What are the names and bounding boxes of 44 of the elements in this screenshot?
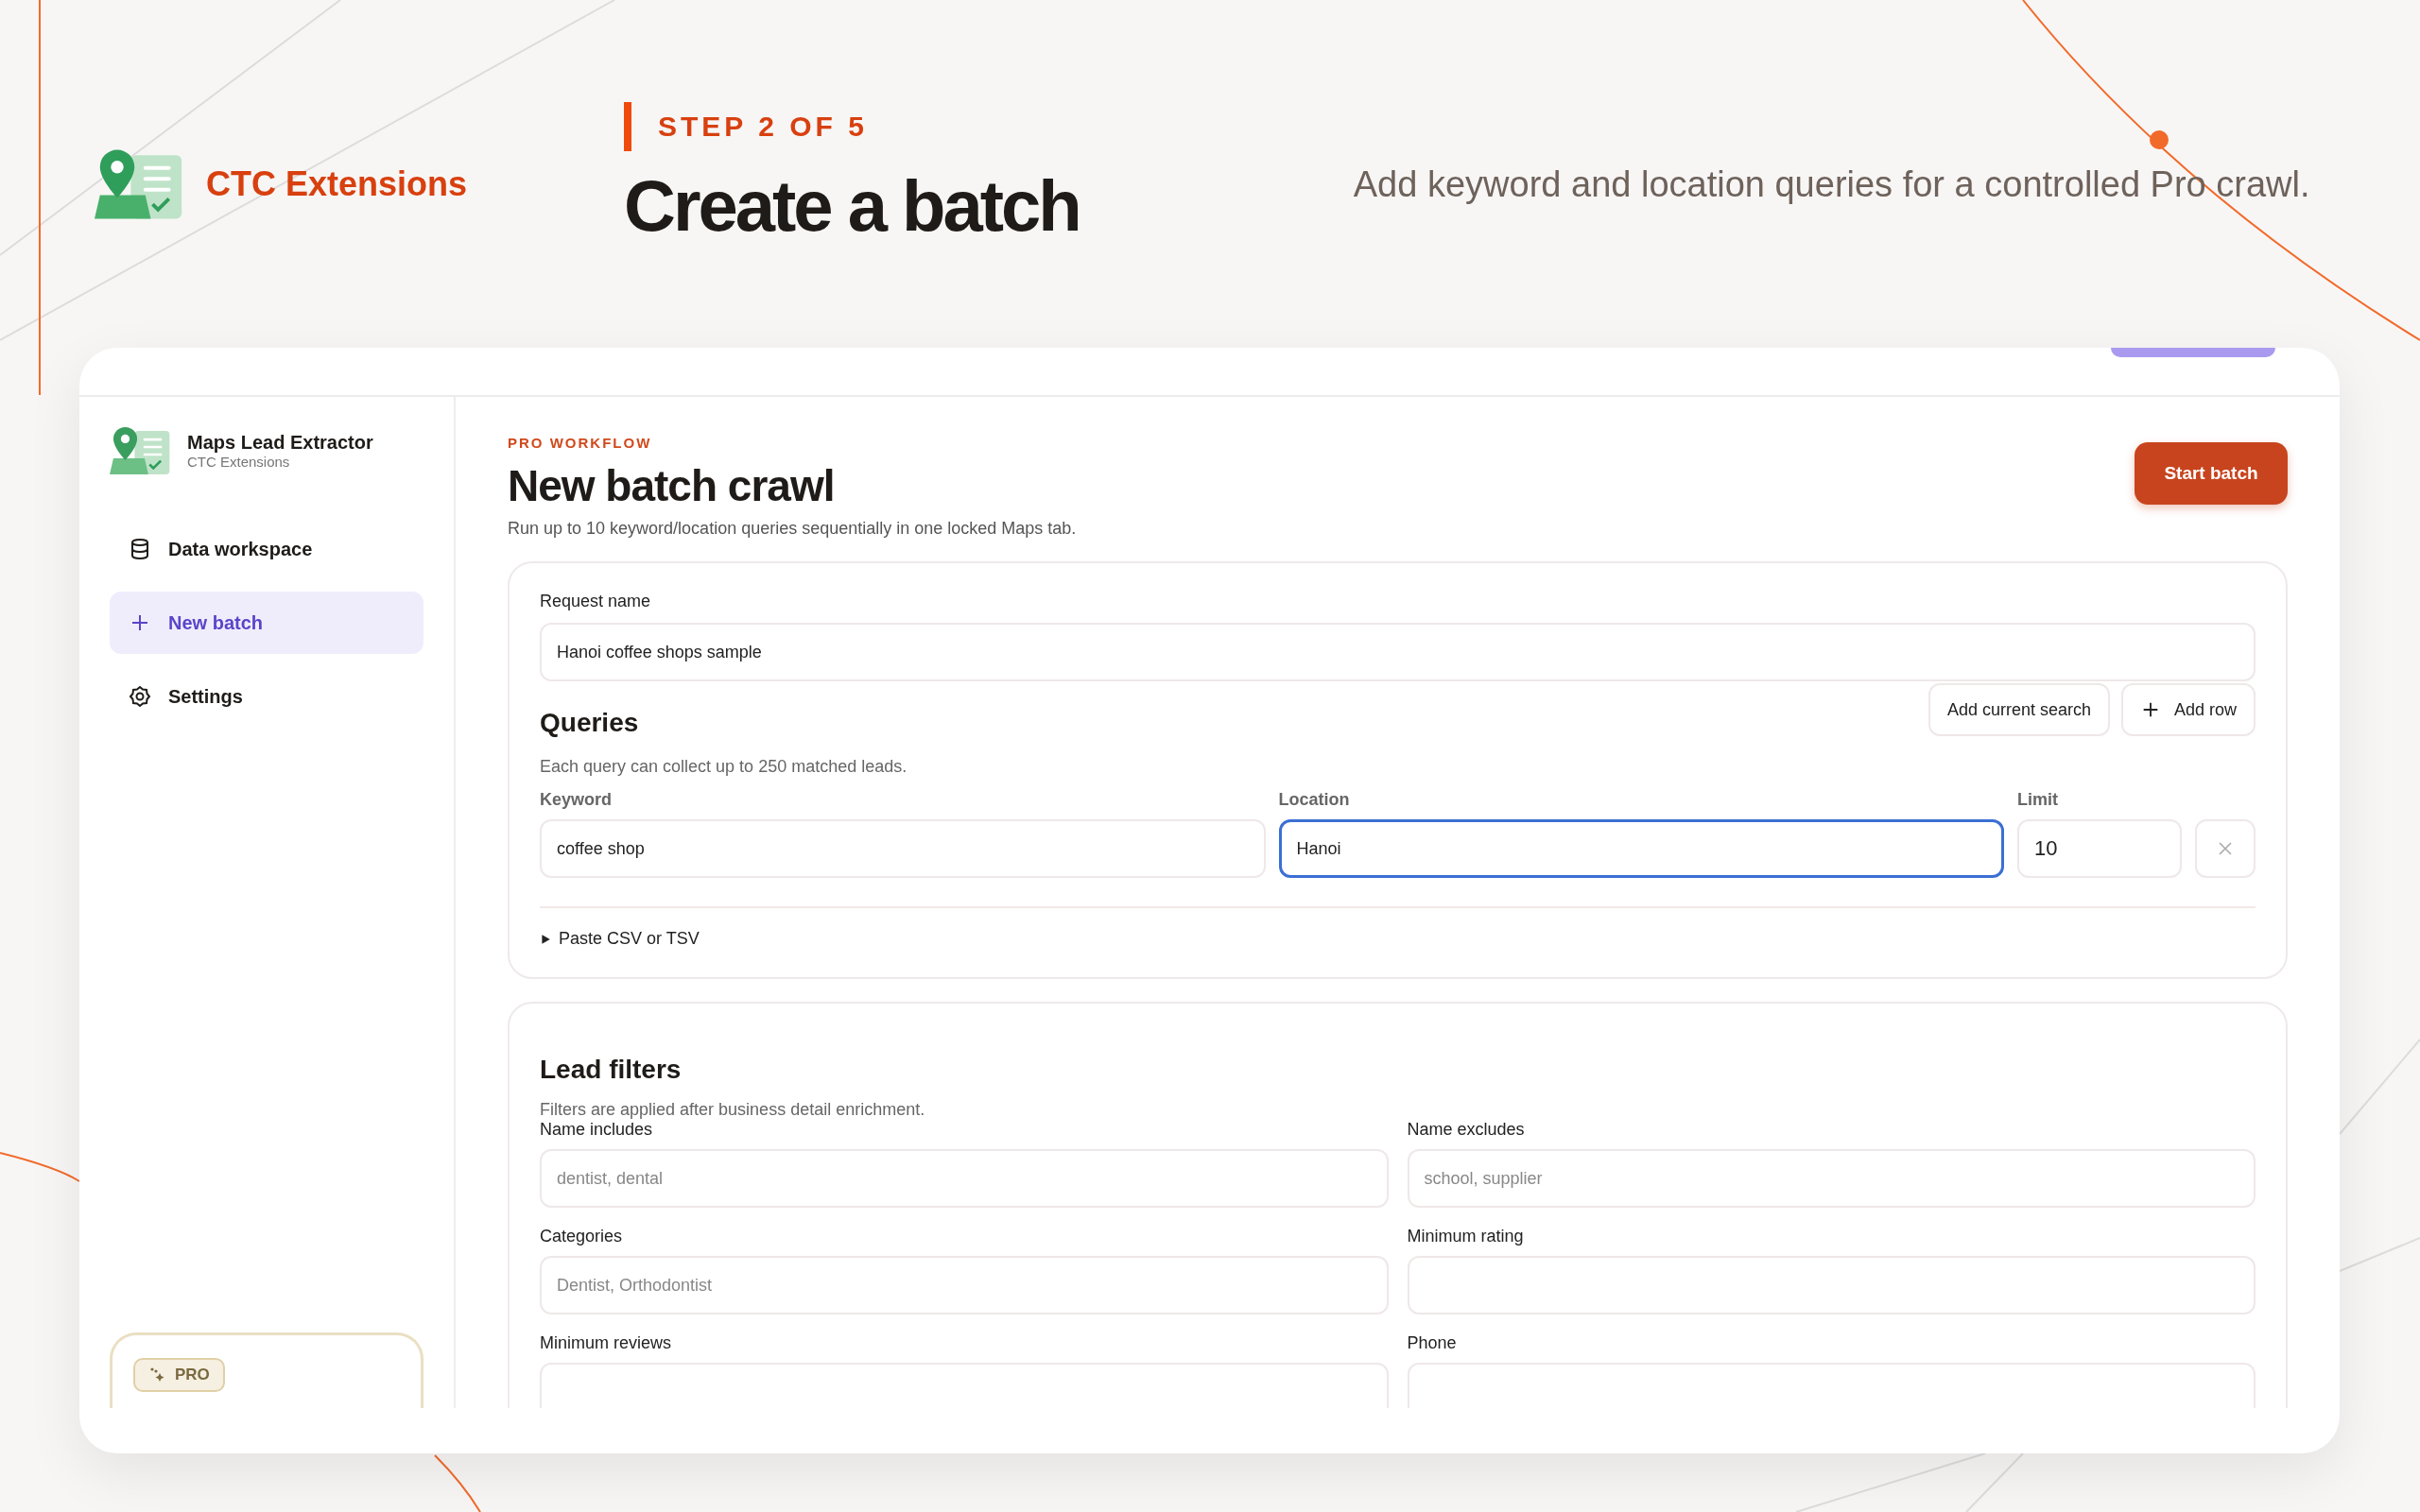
field-label: Categories	[540, 1227, 624, 1246]
filter-field[interactable]: school, supplier	[1407, 1149, 2256, 1208]
map-pin-checklist-icon	[110, 425, 172, 476]
brand-name: CTC Extensions	[206, 164, 468, 204]
pro-badge: PRO	[133, 1358, 225, 1392]
keyword-field[interactable]: coffee shop	[540, 819, 1266, 878]
app-title: Maps Lead Extractor	[187, 432, 373, 454]
request-name-field[interactable]: Hanoi coffee shops sample	[540, 623, 2256, 681]
section-title: New batch crawl	[508, 460, 836, 511]
nav-item[interactable]: Settings	[110, 665, 424, 728]
step-label: STEP 2 OF 5	[658, 111, 868, 143]
field-label: Minimum reviews	[540, 1333, 673, 1353]
limit-field[interactable]: 10	[2017, 819, 2182, 878]
toolbar-button[interactable]: Add current search	[1927, 683, 2110, 736]
disclosure-triangle-icon	[540, 933, 551, 945]
nav-item[interactable]: Data workspace	[110, 518, 424, 580]
start-batch-button[interactable]: Start batch	[2135, 442, 2288, 505]
accent-bar	[624, 102, 631, 151]
field-label: Minimum rating	[1407, 1227, 1525, 1246]
nav-item[interactable]: New batch	[110, 592, 424, 654]
settings-icon	[129, 685, 151, 708]
database-icon	[129, 538, 151, 560]
column-label: Keyword	[540, 790, 614, 810]
field-label: Name excludes	[1407, 1120, 1526, 1140]
tagline: Add keyword and location queries for a controlled Pro crawl.	[1353, 164, 2310, 205]
field-label: Name includes	[540, 1120, 654, 1140]
toolbar-button[interactable]: Add row	[2120, 683, 2256, 736]
queries-heading: Queries	[540, 708, 639, 738]
section-subtitle: Run up to 10 keyword/location queries sequentially in one locked Maps tab.	[508, 519, 1077, 539]
help-text: Each query can collect up to 250 matched leads.	[540, 757, 908, 777]
filter-field[interactable]: dentist, dental	[540, 1149, 1389, 1208]
location-field[interactable]: Hanoi	[1278, 819, 2004, 878]
app-subtitle: CTC Extensions	[187, 454, 291, 470]
filters-heading: Lead filters	[540, 1055, 683, 1085]
column-label: Location	[1278, 790, 1351, 810]
paste-toggle[interactable]: Paste CSV or TSV	[540, 929, 700, 949]
field-label: Request name	[540, 592, 652, 611]
column-label: Limit	[2017, 790, 2059, 810]
remove-row-button[interactable]	[2195, 819, 2256, 878]
help-text: Filters are applied after business detail enrichment.	[540, 1100, 926, 1120]
page-title: Create a batch	[624, 170, 1080, 242]
eyebrow-label: PRO WORKFLOW	[508, 435, 653, 451]
field-label: Phone	[1407, 1333, 1458, 1353]
filter-field[interactable]: Dentist, Orthodontist	[540, 1256, 1389, 1314]
